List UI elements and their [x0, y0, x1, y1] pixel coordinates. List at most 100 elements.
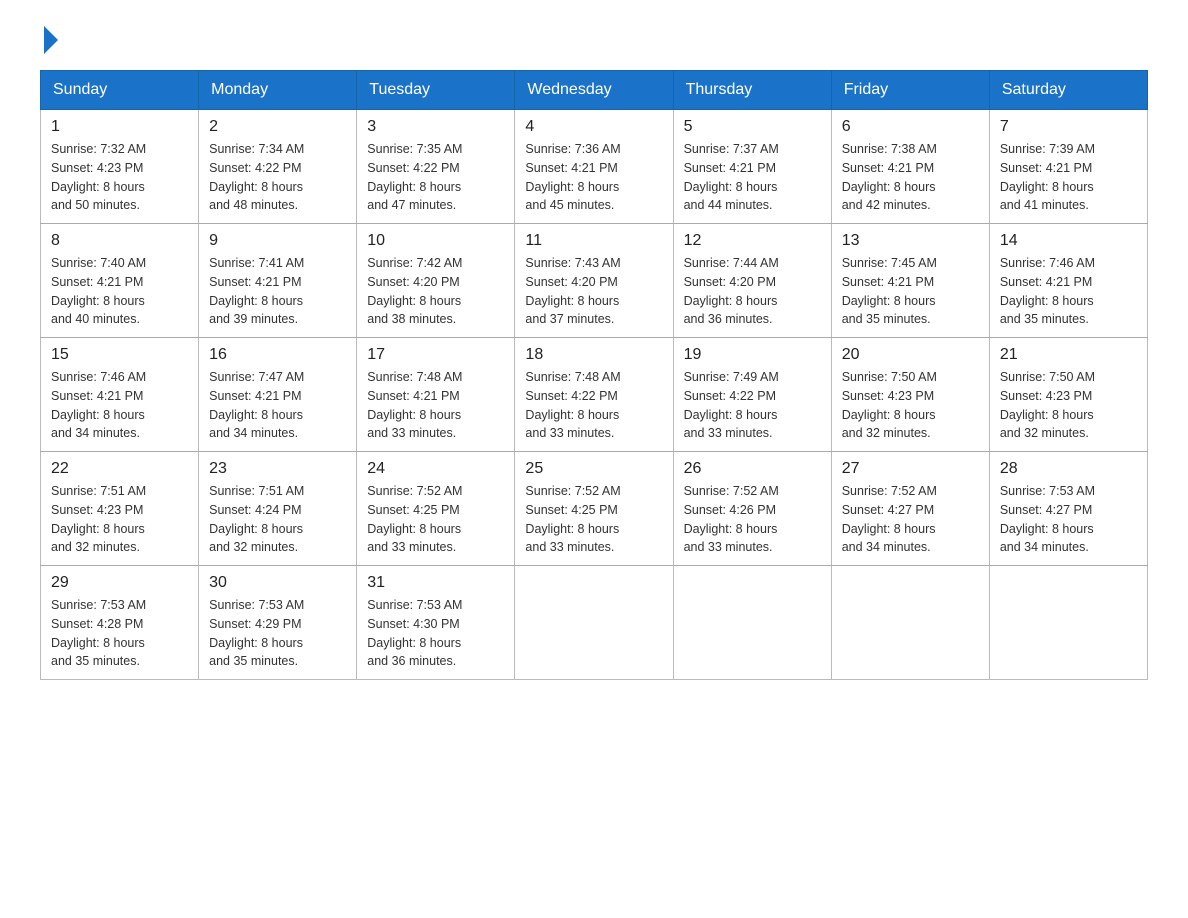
day-info: Sunrise: 7:36 AMSunset: 4:21 PMDaylight:…: [525, 140, 662, 215]
calendar-cell: 26Sunrise: 7:52 AMSunset: 4:26 PMDayligh…: [673, 452, 831, 566]
day-info: Sunrise: 7:53 AMSunset: 4:27 PMDaylight:…: [1000, 482, 1137, 557]
day-number: 24: [367, 460, 504, 478]
day-number: 2: [209, 118, 346, 136]
day-number: 16: [209, 346, 346, 364]
day-number: 20: [842, 346, 979, 364]
calendar-cell: 11 Sunrise: 7:43 AMSunset: 4:20 PMDayligh…: [515, 224, 673, 338]
day-info: Sunrise: 7:50 AMSunset: 4:23 PMDaylight:…: [1000, 368, 1137, 443]
logo: [40, 30, 60, 50]
day-info: Sunrise: 7:53 AMSunset: 4:28 PMDaylight:…: [51, 596, 188, 671]
page-header: [40, 30, 1148, 50]
day-info: Sunrise: 7:38 AMSunset: 4:21 PMDaylight:…: [842, 140, 979, 215]
day-info: Sunrise: 7:51 AMSunset: 4:23 PMDaylight:…: [51, 482, 188, 557]
weekday-header-thursday: Thursday: [673, 71, 831, 110]
weekday-header-saturday: Saturday: [989, 71, 1147, 110]
weekday-header-friday: Friday: [831, 71, 989, 110]
day-info: Sunrise: 7:34 AMSunset: 4:22 PMDaylight:…: [209, 140, 346, 215]
calendar-cell: 24 Sunrise: 7:52 AMSunset: 4:25 PMDayligh…: [357, 452, 515, 566]
day-number: 4: [525, 118, 662, 136]
day-number: 9: [209, 232, 346, 250]
day-info: Sunrise: 7:52 AMSunset: 4:25 PMDaylight:…: [367, 482, 504, 557]
day-number: 7: [1000, 118, 1137, 136]
calendar-week-row: 15Sunrise: 7:46 AMSunset: 4:21 PMDayligh…: [41, 338, 1148, 452]
calendar-cell: 28 Sunrise: 7:53 AMSunset: 4:27 PMDayligh…: [989, 452, 1147, 566]
calendar-week-row: 8 Sunrise: 7:40 AMSunset: 4:21 PMDaylight…: [41, 224, 1148, 338]
day-info: Sunrise: 7:35 AMSunset: 4:22 PMDaylight:…: [367, 140, 504, 215]
calendar-cell: 13 Sunrise: 7:45 AMSunset: 4:21 PMDayligh…: [831, 224, 989, 338]
day-number: 28: [1000, 460, 1137, 478]
calendar-week-row: 29 Sunrise: 7:53 AMSunset: 4:28 PMDayligh…: [41, 566, 1148, 680]
day-number: 25: [525, 460, 662, 478]
day-info: Sunrise: 7:45 AMSunset: 4:21 PMDaylight:…: [842, 254, 979, 329]
calendar-cell: 17 Sunrise: 7:48 AMSunset: 4:21 PMDayligh…: [357, 338, 515, 452]
calendar-cell: 23 Sunrise: 7:51 AMSunset: 4:24 PMDayligh…: [199, 452, 357, 566]
day-info: Sunrise: 7:50 AMSunset: 4:23 PMDaylight:…: [842, 368, 979, 443]
day-number: 6: [842, 118, 979, 136]
calendar-cell: 29 Sunrise: 7:53 AMSunset: 4:28 PMDayligh…: [41, 566, 199, 680]
calendar-cell: 9 Sunrise: 7:41 AMSunset: 4:21 PMDaylight…: [199, 224, 357, 338]
day-info: Sunrise: 7:53 AMSunset: 4:30 PMDaylight:…: [367, 596, 504, 671]
calendar-cell: 31 Sunrise: 7:53 AMSunset: 4:30 PMDayligh…: [357, 566, 515, 680]
weekday-header-sunday: Sunday: [41, 71, 199, 110]
day-info: Sunrise: 7:52 AMSunset: 4:27 PMDaylight:…: [842, 482, 979, 557]
day-number: 23: [209, 460, 346, 478]
day-info: Sunrise: 7:39 AMSunset: 4:21 PMDaylight:…: [1000, 140, 1137, 215]
day-number: 5: [684, 118, 821, 136]
day-number: 11: [525, 232, 662, 250]
day-number: 19: [684, 346, 821, 364]
calendar-week-row: 22 Sunrise: 7:51 AMSunset: 4:23 PMDayligh…: [41, 452, 1148, 566]
day-info: Sunrise: 7:43 AMSunset: 4:20 PMDaylight:…: [525, 254, 662, 329]
day-info: Sunrise: 7:37 AMSunset: 4:21 PMDaylight:…: [684, 140, 821, 215]
day-info: Sunrise: 7:40 AMSunset: 4:21 PMDaylight:…: [51, 254, 188, 329]
logo-triangle-icon: [44, 26, 58, 54]
calendar-cell: 10 Sunrise: 7:42 AMSunset: 4:20 PMDayligh…: [357, 224, 515, 338]
calendar-cell: 8 Sunrise: 7:40 AMSunset: 4:21 PMDaylight…: [41, 224, 199, 338]
calendar-cell: 1 Sunrise: 7:32 AMSunset: 4:23 PMDaylight…: [41, 110, 199, 224]
day-number: 13: [842, 232, 979, 250]
day-info: Sunrise: 7:46 AMSunset: 4:21 PMDaylight:…: [1000, 254, 1137, 329]
weekday-header-wednesday: Wednesday: [515, 71, 673, 110]
calendar-cell: 18 Sunrise: 7:48 AMSunset: 4:22 PMDayligh…: [515, 338, 673, 452]
day-number: 22: [51, 460, 188, 478]
day-info: Sunrise: 7:51 AMSunset: 4:24 PMDaylight:…: [209, 482, 346, 557]
day-number: 8: [51, 232, 188, 250]
calendar-cell: 14 Sunrise: 7:46 AMSunset: 4:21 PMDayligh…: [989, 224, 1147, 338]
day-info: Sunrise: 7:53 AMSunset: 4:29 PMDaylight:…: [209, 596, 346, 671]
calendar-cell: 30 Sunrise: 7:53 AMSunset: 4:29 PMDayligh…: [199, 566, 357, 680]
calendar-cell: 4 Sunrise: 7:36 AMSunset: 4:21 PMDaylight…: [515, 110, 673, 224]
day-number: 10: [367, 232, 504, 250]
day-number: 3: [367, 118, 504, 136]
day-info: Sunrise: 7:32 AMSunset: 4:23 PMDaylight:…: [51, 140, 188, 215]
calendar-cell: 12 Sunrise: 7:44 AMSunset: 4:20 PMDayligh…: [673, 224, 831, 338]
day-info: Sunrise: 7:48 AMSunset: 4:21 PMDaylight:…: [367, 368, 504, 443]
calendar-cell: [989, 566, 1147, 680]
day-info: Sunrise: 7:42 AMSunset: 4:20 PMDaylight:…: [367, 254, 504, 329]
day-info: Sunrise: 7:49 AMSunset: 4:22 PMDaylight:…: [684, 368, 821, 443]
weekday-header-monday: Monday: [199, 71, 357, 110]
day-info: Sunrise: 7:47 AMSunset: 4:21 PMDaylight:…: [209, 368, 346, 443]
day-info: Sunrise: 7:41 AMSunset: 4:21 PMDaylight:…: [209, 254, 346, 329]
calendar-cell: 5 Sunrise: 7:37 AMSunset: 4:21 PMDaylight…: [673, 110, 831, 224]
calendar-cell: 22 Sunrise: 7:51 AMSunset: 4:23 PMDayligh…: [41, 452, 199, 566]
day-info: Sunrise: 7:44 AMSunset: 4:20 PMDaylight:…: [684, 254, 821, 329]
day-number: 27: [842, 460, 979, 478]
calendar-cell: 2 Sunrise: 7:34 AMSunset: 4:22 PMDaylight…: [199, 110, 357, 224]
day-info: Sunrise: 7:48 AMSunset: 4:22 PMDaylight:…: [525, 368, 662, 443]
calendar-header-row: SundayMondayTuesdayWednesdayThursdayFrid…: [41, 71, 1148, 110]
weekday-header-tuesday: Tuesday: [357, 71, 515, 110]
calendar-cell: 21 Sunrise: 7:50 AMSunset: 4:23 PMDayligh…: [989, 338, 1147, 452]
calendar-cell: [673, 566, 831, 680]
day-number: 29: [51, 574, 188, 592]
day-number: 14: [1000, 232, 1137, 250]
day-number: 30: [209, 574, 346, 592]
calendar-cell: 7 Sunrise: 7:39 AMSunset: 4:21 PMDaylight…: [989, 110, 1147, 224]
day-number: 12: [684, 232, 821, 250]
calendar-cell: 15Sunrise: 7:46 AMSunset: 4:21 PMDayligh…: [41, 338, 199, 452]
day-number: 18: [525, 346, 662, 364]
day-number: 1: [51, 118, 188, 136]
calendar-cell: [515, 566, 673, 680]
day-number: 21: [1000, 346, 1137, 364]
day-number: 26: [684, 460, 821, 478]
day-number: 31: [367, 574, 504, 592]
day-number: 17: [367, 346, 504, 364]
